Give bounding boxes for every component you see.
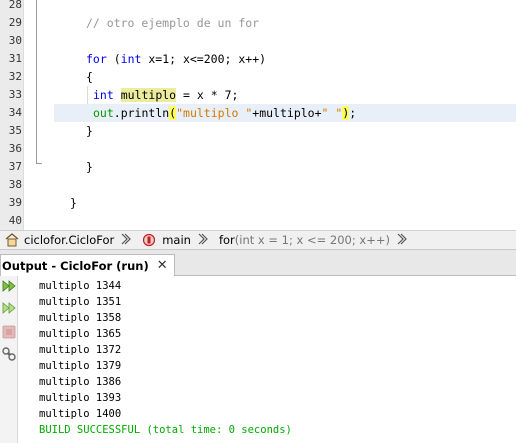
chevron-right-icon: [197, 232, 209, 249]
method-icon: [142, 233, 158, 247]
output-toolbar: [0, 276, 18, 443]
output-line: multiplo 1393: [39, 392, 122, 404]
close-brace: }: [70, 196, 77, 210]
close-brace: }: [86, 160, 93, 174]
chevron-right-icon: [396, 232, 408, 249]
breadcrumb-item-method[interactable]: main: [138, 231, 193, 249]
variable-multiplo-highlight: multiplo: [120, 88, 177, 102]
breadcrumb-item-class[interactable]: ciclofor.CicloFor: [0, 231, 116, 249]
code-line-37[interactable]: }: [0, 158, 516, 176]
string-literal: " ": [321, 106, 343, 120]
field-out: out: [93, 106, 114, 120]
keyword-int: int: [93, 88, 114, 102]
rerun-icon[interactable]: [1, 278, 17, 294]
output-tab[interactable]: Output - CicloFor (run) ✕: [0, 254, 175, 276]
code-line-32[interactable]: {: [0, 68, 516, 86]
package-icon: [4, 233, 20, 247]
breadcrumb-for-label: for: [218, 233, 235, 247]
line-number: 28: [8, 0, 22, 11]
comment-text: // otro ejemplo de un for: [86, 16, 260, 30]
output-line: multiplo 1365: [39, 328, 122, 340]
output-panel-header: Output - CicloFor (run) ✕: [0, 250, 516, 276]
code-editor[interactable]: 28 29 30 31 32 33 34 35 36 37 38 39 40 /…: [0, 0, 516, 230]
breadcrumb: ciclofor.CicloFor main for (int x = 1; x…: [0, 230, 516, 250]
string-literal: "multiplo ": [176, 106, 253, 120]
output-tab-title: Output - CicloFor (run): [2, 258, 149, 273]
code-line-34[interactable]: out.println("multiplo "+multiplo+" ");: [0, 104, 516, 122]
output-line: multiplo 1351: [39, 296, 122, 308]
close-brace: }: [86, 124, 93, 138]
output-line: multiplo 1386: [39, 376, 122, 388]
open-brace: {: [86, 70, 93, 84]
settings-icon[interactable]: [1, 346, 17, 362]
output-console[interactable]: multiplo 1344 multiplo 1351 multiplo 135…: [19, 276, 516, 443]
code-line-29[interactable]: // otro ejemplo de un for: [0, 14, 516, 32]
code-line-33[interactable]: int multiplo = x * 7;: [0, 86, 516, 104]
code-line-31[interactable]: for (int x=1; x<=200; x++): [0, 50, 516, 68]
breadcrumb-item-for-loop[interactable]: for (int x = 1; x <= 200; x++): [215, 231, 392, 249]
code-line-39[interactable]: }: [0, 194, 516, 212]
output-line: multiplo 1400: [39, 408, 122, 420]
close-icon[interactable]: ✕: [157, 258, 168, 273]
keyword-for: for: [86, 52, 107, 66]
output-line: multiplo 1372: [39, 344, 122, 356]
chevron-right-icon: [120, 232, 132, 249]
output-line: multiplo 1344: [39, 280, 122, 292]
rerun-different-icon[interactable]: [1, 300, 17, 316]
output-line: multiplo 1358: [39, 312, 122, 324]
stop-icon[interactable]: [1, 324, 17, 340]
code-line-35[interactable]: }: [0, 122, 516, 140]
breadcrumb-class-label: ciclofor.CicloFor: [24, 233, 115, 247]
breadcrumb-for-detail: (int x = 1; x <= 200; x++): [234, 233, 390, 247]
output-line: multiplo 1379: [39, 360, 122, 372]
breadcrumb-method-label: main: [162, 233, 191, 247]
build-status-line: BUILD SUCCESSFUL (total time: 0 seconds): [39, 424, 292, 436]
keyword-int: int: [120, 52, 142, 66]
